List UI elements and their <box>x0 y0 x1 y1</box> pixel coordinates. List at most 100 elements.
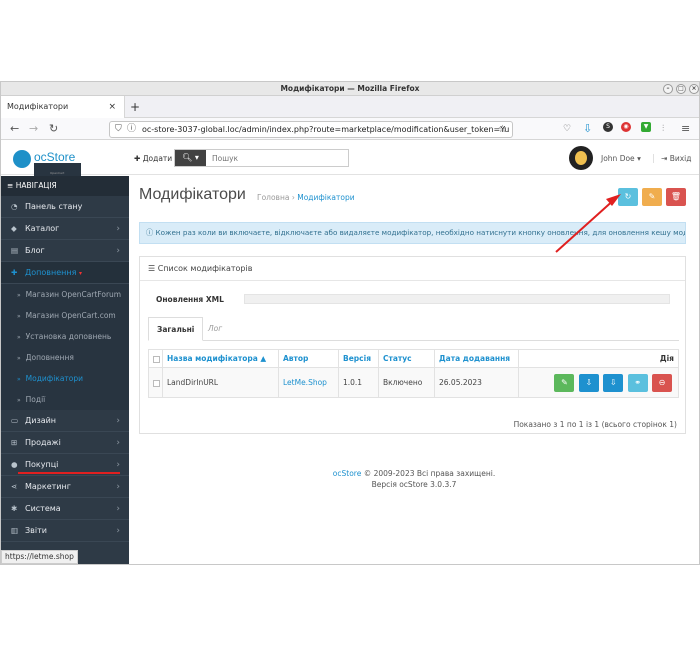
refresh-icon: ↻ <box>624 192 632 201</box>
chevron-right-icon: » <box>17 376 21 383</box>
maximize-icon[interactable]: □ <box>676 84 686 94</box>
sidebar-subitem-label: Доповнення <box>25 353 74 362</box>
panel-heading: ☰ Список модифікаторів <box>140 257 685 281</box>
close-window-icon[interactable]: × <box>689 84 699 94</box>
page-title: Модифікатори <box>139 186 246 203</box>
sidebar-item-design[interactable]: ▭ Дизайн › <box>1 410 129 432</box>
extension-s-icon[interactable]: S <box>603 122 613 132</box>
select-all-checkbox[interactable] <box>153 355 160 363</box>
cell-date: 26.05.2023 <box>434 367 519 398</box>
caret-down-icon: ▾ <box>78 270 82 277</box>
table-header-row: Назва модифікатора ▲ Автор Версія Статус… <box>148 349 679 368</box>
disable-button[interactable]: ⊖ <box>652 373 672 392</box>
sidebar-subitem-label: Модифікатори <box>25 374 84 383</box>
chevron-right-icon: » <box>17 355 21 362</box>
sidebar-subitem-label: Магазин OpenCartForum <box>25 290 122 299</box>
sidebar: ≡ НАВІГАЦІЯ ◔ Панель стану ◆ Каталог › ▤ Бло… <box>1 176 129 564</box>
puzzle-icon: ✚ <box>11 268 18 277</box>
sidebar-subitem-opencartforum[interactable]: » Магазин OpenCartForum <box>1 284 129 305</box>
row-checkbox[interactable] <box>153 379 160 387</box>
shield-icon[interactable]: ⛉ <box>115 122 122 137</box>
sidebar-item-sales[interactable]: ⊞ Продажі › <box>1 432 129 454</box>
search-input[interactable] <box>206 150 348 166</box>
user-menu[interactable]: John Doe ▾ <box>601 154 641 163</box>
alert-text: Кожен раз коли ви включаєте, відключаєте… <box>155 228 686 237</box>
chevron-right-icon: » <box>17 397 21 404</box>
new-tab-button[interactable]: + <box>130 96 140 118</box>
chevron-right-icon: » <box>17 334 21 341</box>
sidebar-subitem-modifications[interactable]: » Модифікатори <box>1 368 129 389</box>
extension-badge-icon[interactable]: ▼ <box>641 122 651 132</box>
bar-chart-icon: ▥ <box>11 526 19 535</box>
edit-button[interactable]: ✎ <box>554 373 575 392</box>
download-icon: ⇩ <box>585 377 593 387</box>
chevron-right-icon: › <box>116 482 120 492</box>
logout-label: Вихід <box>669 154 692 163</box>
link-icon: ⚭ <box>634 377 641 387</box>
column-version[interactable]: Версія <box>338 349 379 368</box>
column-status[interactable]: Статус <box>378 349 435 368</box>
sidebar-item-system[interactable]: ✱ Система › <box>1 498 129 520</box>
bookmark-star-icon[interactable]: ☆ <box>498 122 507 137</box>
minimize-icon[interactable]: – <box>663 84 673 94</box>
delete-button[interactable]: 🗑︎ <box>666 188 686 206</box>
download-button[interactable]: ⇩ <box>578 373 599 392</box>
sidebar-item-extensions[interactable]: ✚ Доповнення ▾ <box>1 262 129 284</box>
sidebar-item-catalog[interactable]: ◆ Каталог › <box>1 218 129 240</box>
sidebar-item-marketing[interactable]: ⋖ Маркетинг › <box>1 476 129 498</box>
adblock-icon[interactable]: ◉ <box>621 122 631 132</box>
breadcrumb-current[interactable]: Модифікатори <box>297 193 354 202</box>
chevron-right-icon: » <box>17 292 21 299</box>
panel-title: Список модифікаторів <box>157 264 253 273</box>
column-date-added[interactable]: Дата додавання <box>434 349 519 368</box>
sidebar-item-label: Маркетинг <box>25 482 71 491</box>
search-dropdown-button[interactable]: 🔍︎ ▾ <box>175 150 206 166</box>
refresh-button[interactable]: ↻ <box>618 188 638 206</box>
add-button[interactable]: ✚ Додати <box>134 154 172 163</box>
url-bar[interactable]: ⛉ ⓘ oc-store-3037-global.loc/admin/index… <box>109 121 513 138</box>
browser-tab[interactable]: Модифікатори × <box>1 96 125 118</box>
column-name[interactable]: Назва модифікатора ▲ <box>162 349 279 368</box>
cell-name: LandDirInURL <box>162 367 279 398</box>
link-button[interactable]: ⚭ <box>627 373 648 392</box>
tab-strip: Модифікатори × + <box>1 96 699 118</box>
clear-button[interactable]: ✎ <box>642 188 662 206</box>
extensions-menu-icon[interactable]: ⫶ <box>662 122 664 136</box>
sidebar-subitem-label: Події <box>25 395 46 404</box>
sidebar-item-blog[interactable]: ▤ Блог › <box>1 240 129 262</box>
cell-author-link[interactable]: LetMe.Shop <box>278 367 339 398</box>
sidebar-item-label: Панель стану <box>25 202 83 211</box>
reload-icon[interactable]: ↻ <box>49 122 58 136</box>
close-tab-icon[interactable]: × <box>108 96 116 118</box>
avatar[interactable] <box>569 146 593 170</box>
sidebar-subitem-installer[interactable]: » Установка доповнень <box>1 326 129 347</box>
hamburger-menu-icon[interactable]: ≡ <box>681 122 690 136</box>
footer-brand-link[interactable]: ocStore <box>333 469 362 478</box>
status-bar-url: https://letme.shop <box>1 550 78 564</box>
sidebar-subitem-opencart-com[interactable]: » Магазин OpenCart.com <box>1 305 129 326</box>
sidebar-subitem-events[interactable]: » Події <box>1 389 129 410</box>
cell-actions: ✎ ⇩ ⇩ ⚭ ⊖ <box>518 367 679 398</box>
logout-button[interactable]: ⇥ Вихід <box>653 154 691 163</box>
forward-icon[interactable]: → <box>29 122 38 136</box>
page-info-icon[interactable]: ⓘ <box>127 122 136 137</box>
sidebar-subitem-extensions[interactable]: » Доповнення <box>1 347 129 368</box>
pocket-icon[interactable]: ♡ <box>563 122 571 136</box>
upload-button[interactable]: ⇩ <box>603 373 624 392</box>
column-author[interactable]: Автор <box>278 349 339 368</box>
sidebar-item-reports[interactable]: ▥ Звіти › <box>1 520 129 542</box>
sidebar-item-dashboard[interactable]: ◔ Панель стану <box>1 196 129 218</box>
chevron-right-icon: › <box>116 246 120 256</box>
tab-general[interactable]: Загальні <box>148 317 204 341</box>
column-action: Дія <box>518 349 679 368</box>
sidebar-item-label: Звіти <box>25 526 47 535</box>
ocstore-logo[interactable]: ocStore OpenCart Community Edition <box>11 148 81 196</box>
window-titlebar: Модифікатори — Mozilla Firefox – □ × <box>1 82 699 96</box>
download-icon[interactable]: ⇩ <box>583 122 592 136</box>
logo-cart-icon <box>13 150 31 168</box>
breadcrumb-home[interactable]: Головна <box>257 193 289 202</box>
back-icon[interactable]: ← <box>10 122 19 136</box>
tab-log[interactable]: Лог <box>200 317 230 341</box>
pagination-text: Показано з 1 по 1 із 1 (всього сторінок … <box>513 420 677 429</box>
chevron-right-icon: › <box>116 224 120 234</box>
